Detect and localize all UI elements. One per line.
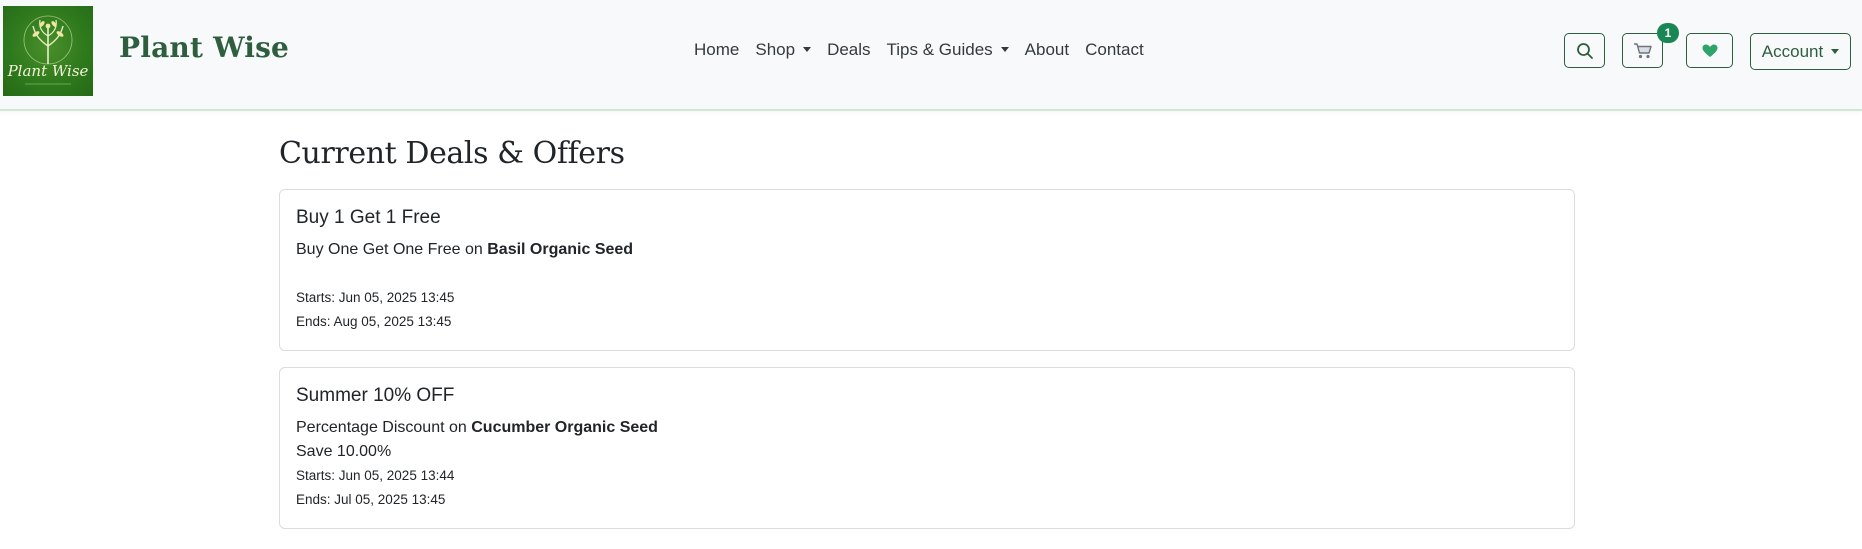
cart-button[interactable] — [1622, 33, 1663, 68]
search-button[interactable] — [1564, 33, 1605, 68]
deal-card: Summer 10% OFF Percentage Discount on Cu… — [279, 367, 1575, 529]
deal-type: Buy One Get One Free — [296, 241, 461, 258]
nav-contact-label: Contact — [1085, 40, 1144, 59]
plant-logo-icon: Plant Wise — [7, 15, 89, 85]
nav-tips-guides[interactable]: Tips & Guides — [887, 40, 1009, 60]
deal-description: Percentage Discount on Cucumber Organic … — [296, 419, 658, 437]
nav-shop-label: Shop — [755, 40, 796, 59]
nav-home-label: Home — [694, 40, 740, 59]
deal-start-date: Starts: Jun 05, 2025 13:45 — [296, 290, 455, 305]
nav-about[interactable]: About — [1025, 40, 1069, 60]
logo-text: Plant Wise — [7, 62, 89, 80]
account-label: Account — [1761, 41, 1824, 61]
account-dropdown-button[interactable]: Account — [1750, 33, 1851, 70]
navbar: Plant Wise Plant Wise Home Shop Deals Ti… — [0, 0, 1862, 111]
deal-end-date: Ends: Jul 05, 2025 13:45 — [296, 492, 446, 507]
cart-icon — [1633, 42, 1652, 58]
deal-type: Percentage Discount — [296, 419, 445, 436]
deal-title: Summer 10% OFF — [296, 385, 455, 406]
chevron-down-icon — [1000, 47, 1009, 52]
deal-product: Cucumber Organic Seed — [471, 419, 658, 436]
page-title: Current Deals & Offers — [279, 136, 625, 171]
nav-contact[interactable]: Contact — [1085, 40, 1144, 60]
wishlist-button[interactable] — [1686, 33, 1733, 68]
deal-savings: Save 10.00% — [296, 443, 392, 460]
logo[interactable]: Plant Wise — [3, 6, 93, 96]
deal-on: on — [464, 241, 483, 258]
deal-card: Buy 1 Get 1 Free Buy One Get One Free on… — [279, 189, 1575, 351]
deal-on: on — [448, 419, 467, 436]
nav-deals[interactable]: Deals — [827, 40, 870, 60]
cart-count-badge: 1 — [1657, 23, 1679, 43]
chevron-down-icon — [803, 47, 812, 52]
heart-icon — [1702, 44, 1717, 57]
nav-home[interactable]: Home — [694, 40, 739, 60]
deal-product: Basil Organic Seed — [487, 241, 634, 258]
chevron-down-icon — [1831, 49, 1840, 54]
brand-name[interactable]: Plant Wise — [119, 31, 289, 64]
nav-tips-label: Tips & Guides — [886, 40, 993, 59]
deal-start-date: Starts: Jun 05, 2025 13:44 — [296, 468, 455, 483]
nav-shop[interactable]: Shop — [755, 40, 812, 60]
deal-description: Buy One Get One Free on Basil Organic Se… — [296, 241, 633, 259]
deal-end-date: Ends: Aug 05, 2025 13:45 — [296, 314, 452, 329]
nav-deals-label: Deals — [827, 40, 871, 59]
deal-title: Buy 1 Get 1 Free — [296, 207, 441, 228]
nav-about-label: About — [1024, 40, 1070, 59]
search-icon — [1576, 42, 1593, 59]
main-nav: Home Shop Deals Tips & Guides About Cont… — [694, 40, 1144, 60]
